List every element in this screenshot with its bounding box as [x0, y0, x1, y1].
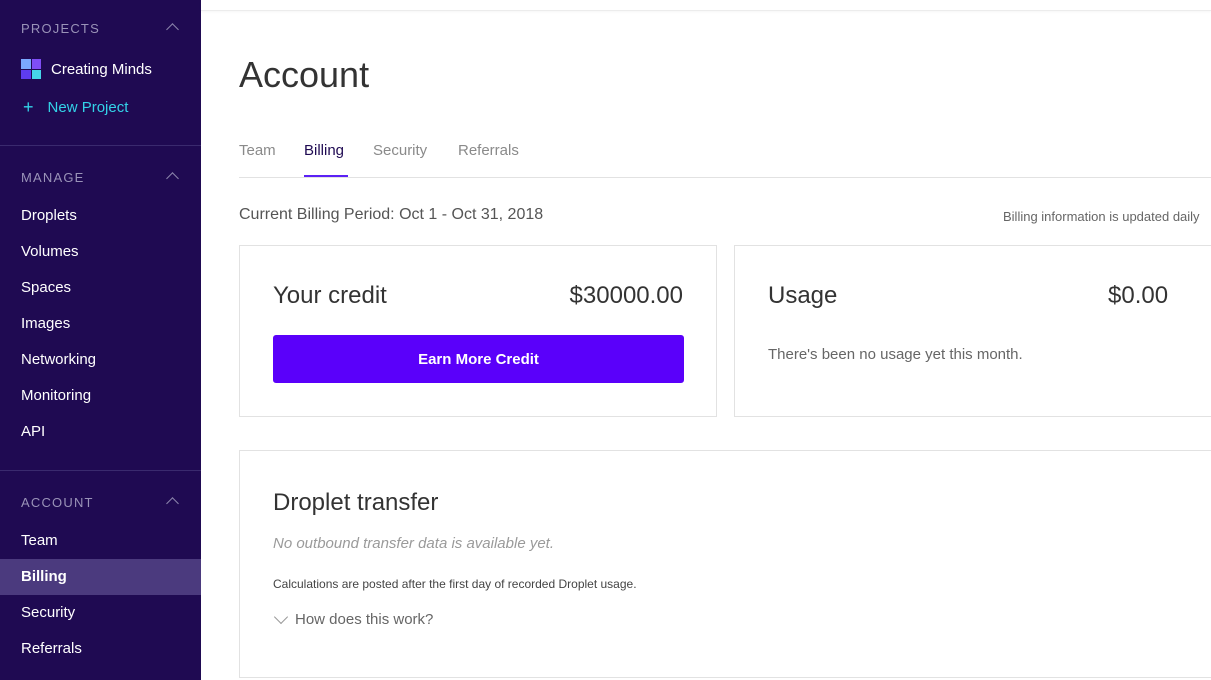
- sidebar-divider: [0, 145, 201, 146]
- chevron-down-icon: [273, 609, 289, 624]
- active-tab-indicator: [304, 175, 348, 177]
- sidebar-item-security[interactable]: Security: [0, 595, 201, 631]
- new-project-label: New Project: [47, 98, 129, 116]
- sidebar-item-droplets[interactable]: Droplets: [0, 198, 201, 234]
- project-label: Creating Minds: [51, 60, 152, 78]
- how-label: How does this work?: [295, 611, 434, 628]
- sidebar: PROJECTS Creating Minds + New Project MA…: [0, 0, 201, 680]
- account-tabs: Team Billing Security Referrals: [239, 140, 1211, 178]
- tab-referrals[interactable]: Referrals: [458, 142, 519, 159]
- billing-period: Current Billing Period: Oct 1 - Oct 31, …: [239, 206, 544, 223]
- manage-collapse-chevron-icon[interactable]: [166, 172, 179, 185]
- usage-label: Usage: [768, 282, 838, 309]
- tab-billing[interactable]: Billing: [304, 142, 344, 159]
- usage-card: Usage $0.00 There's been no usage yet th…: [734, 245, 1211, 417]
- sidebar-item-referrals[interactable]: Referrals: [0, 631, 201, 667]
- plus-icon: +: [23, 96, 34, 117]
- how-does-this-work-toggle[interactable]: How does this work?: [273, 609, 434, 628]
- credit-value: $30000.00: [569, 282, 683, 309]
- manage-heading: MANAGE: [21, 170, 85, 185]
- transfer-empty-note: No outbound transfer data is available y…: [273, 535, 555, 552]
- sidebar-item-api[interactable]: API: [0, 414, 201, 450]
- tab-team[interactable]: Team: [239, 142, 276, 159]
- sidebar-item-spaces[interactable]: Spaces: [0, 270, 201, 306]
- new-project-link[interactable]: + New Project: [21, 96, 128, 118]
- earn-more-credit-button[interactable]: Earn More Credit: [273, 335, 684, 383]
- credit-label: Your credit: [273, 282, 387, 309]
- sidebar-item-images[interactable]: Images: [0, 306, 201, 342]
- sidebar-item-billing[interactable]: Billing: [0, 559, 201, 595]
- sidebar-item-monitoring[interactable]: Monitoring: [0, 378, 201, 414]
- page-title: Account: [239, 54, 370, 95]
- account-collapse-chevron-icon[interactable]: [166, 497, 179, 510]
- project-grid-icon: [21, 59, 41, 79]
- sidebar-divider: [0, 470, 201, 471]
- sidebar-item-volumes[interactable]: Volumes: [0, 234, 201, 270]
- account-heading: ACCOUNT: [21, 495, 94, 510]
- sidebar-item-networking[interactable]: Networking: [0, 342, 201, 378]
- projects-heading: PROJECTS: [21, 21, 100, 36]
- top-bar: [201, 0, 1211, 11]
- projects-collapse-chevron-icon[interactable]: [166, 23, 179, 36]
- sidebar-item-team[interactable]: Team: [0, 523, 201, 559]
- droplet-transfer-card: Droplet transfer No outbound transfer da…: [239, 450, 1211, 678]
- usage-value: $0.00: [1108, 282, 1169, 309]
- billing-updated-note: Billing information is updated daily: [1003, 209, 1200, 224]
- tab-security[interactable]: Security: [373, 142, 427, 159]
- droplet-transfer-title: Droplet transfer: [273, 489, 439, 516]
- credit-card: Your credit $30000.00 Earn More Credit: [239, 245, 717, 417]
- project-item-creating-minds[interactable]: Creating Minds: [21, 58, 152, 80]
- usage-note: There's been no usage yet this month.: [768, 346, 1023, 363]
- transfer-calc-note: Calculations are posted after the first …: [273, 577, 637, 591]
